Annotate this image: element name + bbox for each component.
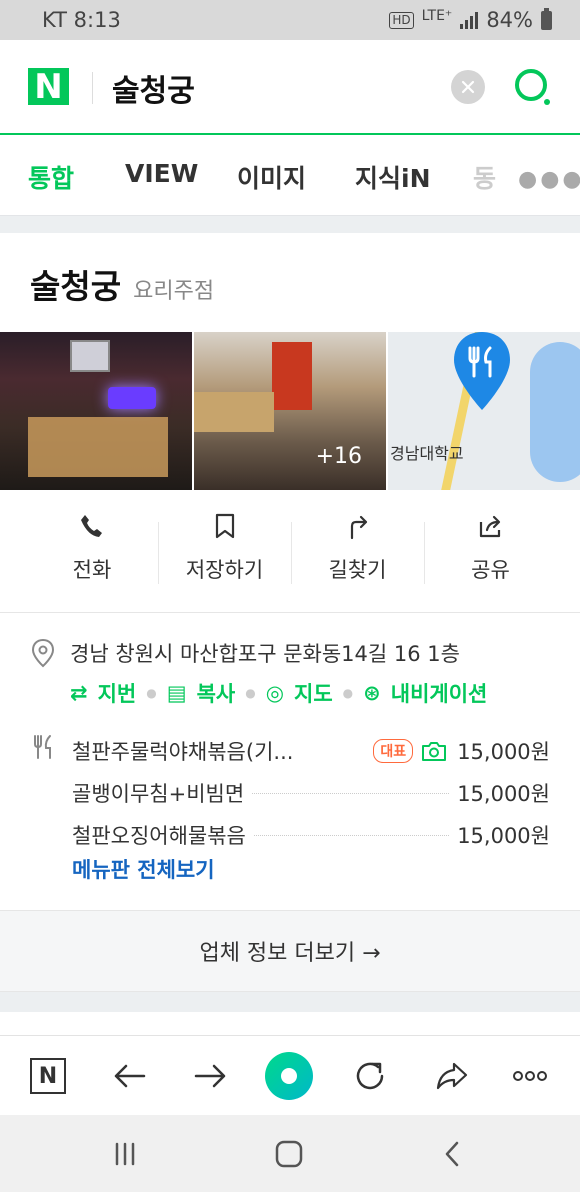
browser-toolbar: N bbox=[0, 1035, 580, 1115]
place-category: 요리주점 bbox=[133, 279, 215, 304]
directions-icon bbox=[350, 515, 367, 540]
directions-label: 길찾기 bbox=[328, 558, 387, 582]
network-type: LTE⁺ bbox=[421, 8, 453, 24]
leader-line bbox=[253, 834, 450, 836]
more-menu-icon[interactable] bbox=[508, 1054, 552, 1098]
leader-line bbox=[252, 792, 450, 794]
menu-item[interactable]: 철판주물럭야채볶음(기... 대표 15,000원 bbox=[30, 730, 550, 772]
clear-search-button[interactable] bbox=[451, 70, 485, 104]
system-navigation-bar bbox=[0, 1115, 580, 1192]
tab-images[interactable]: 이미지 bbox=[237, 159, 306, 195]
logo-divider bbox=[92, 72, 93, 104]
close-icon bbox=[461, 80, 475, 94]
green-dot-icon[interactable] bbox=[264, 1051, 314, 1101]
window-shape bbox=[70, 340, 110, 372]
menu-item-price: 15,000원 bbox=[457, 824, 550, 848]
action-bar: 전화 저장하기 길찾기 공유 bbox=[0, 512, 580, 592]
tab-video[interactable]: 동 bbox=[473, 159, 496, 195]
signature-badge: 대표 bbox=[373, 739, 414, 763]
hd-voice-icon: HD bbox=[389, 11, 414, 29]
restaurant-pin-icon bbox=[454, 332, 510, 410]
refresh-icon[interactable] bbox=[348, 1054, 392, 1098]
tab-integrated[interactable]: 통합 bbox=[28, 159, 74, 195]
share-arrow-icon[interactable] bbox=[430, 1054, 474, 1098]
map-link[interactable]: 지도 bbox=[294, 678, 333, 708]
counter-shape bbox=[194, 392, 274, 432]
menu-item[interactable]: 골뱅이무침+비빔면 15,000원 bbox=[30, 772, 550, 814]
naver-home-icon: N bbox=[30, 1058, 66, 1094]
shopfront-shape bbox=[28, 417, 168, 477]
navigation-link[interactable]: 내비게이션 bbox=[391, 678, 488, 708]
directions-button[interactable]: 길찾기 bbox=[291, 512, 424, 592]
status-icons: HD LTE⁺ 84% bbox=[389, 7, 552, 32]
camera-icon[interactable] bbox=[421, 740, 447, 762]
naver-logo[interactable]: N bbox=[28, 67, 69, 107]
section-divider bbox=[0, 612, 580, 613]
view-full-menu-link[interactable]: 메뉴판 전체보기 bbox=[72, 854, 215, 884]
call-button[interactable]: 전화 bbox=[0, 512, 158, 592]
map-label: 경남대학교 bbox=[390, 444, 464, 463]
share-button[interactable]: 공유 bbox=[424, 512, 557, 592]
signal-icon bbox=[460, 11, 479, 29]
more-business-info-button[interactable]: 업체 정보 더보기 → bbox=[0, 910, 580, 992]
save-label: 저장하기 bbox=[185, 558, 264, 582]
back-icon[interactable] bbox=[436, 1137, 470, 1171]
menu-item-price: 15,000원 bbox=[457, 740, 550, 764]
forward-arrow-icon[interactable] bbox=[188, 1054, 232, 1098]
battery-level: 84% bbox=[486, 8, 533, 32]
neon-sign-shape bbox=[108, 387, 156, 409]
water-shape bbox=[530, 342, 580, 482]
search-header: N 술청궁 bbox=[0, 40, 580, 135]
menu-item-price: 15,000원 bbox=[457, 782, 550, 806]
swap-icon: ⇄ bbox=[70, 681, 88, 705]
address-links: ⇄ 지번 ● ▤ 복사 ● ◎ 지도 ● ⊛ 내비게이션 bbox=[70, 678, 487, 708]
tab-view[interactable]: VIEW bbox=[125, 159, 198, 188]
storefront-photo[interactable] bbox=[0, 332, 192, 490]
photo-count: +16 bbox=[315, 444, 362, 469]
separator: ● bbox=[146, 686, 157, 700]
map-thumbnail[interactable]: 경남대학교 bbox=[388, 332, 580, 490]
location-pin-icon bbox=[31, 638, 55, 668]
save-button[interactable]: 저장하기 bbox=[158, 512, 291, 592]
section-gap bbox=[0, 992, 580, 1012]
address-row: 경남 창원시 마산합포구 문화동14길 16 1층 bbox=[30, 638, 460, 668]
phone-icon bbox=[81, 515, 102, 537]
menu-item-name: 철판오징어해물볶음 bbox=[72, 824, 246, 848]
search-tabs: 통합 VIEW 이미지 지식iN 동 ●●● bbox=[0, 137, 580, 215]
menu-item-name: 철판주물럭야채볶음(기... bbox=[72, 740, 294, 764]
navigation-icon: ⊛ bbox=[363, 681, 381, 705]
separator: ● bbox=[342, 686, 354, 700]
search-icon[interactable] bbox=[512, 66, 554, 108]
lot-number-link[interactable]: 지번 bbox=[98, 678, 137, 708]
menu-list: 철판주물럭야채볶음(기... 대표 15,000원 골뱅이무침+비빔면 15,0… bbox=[30, 730, 550, 856]
wall-art-shape bbox=[272, 342, 312, 410]
place-name[interactable]: 술청궁 bbox=[30, 260, 121, 308]
battery-icon bbox=[541, 7, 552, 30]
menu-item-name: 골뱅이무침+비빔면 bbox=[72, 782, 245, 806]
copy-link[interactable]: 복사 bbox=[197, 678, 236, 708]
back-arrow-icon[interactable] bbox=[108, 1054, 152, 1098]
more-info-label: 업체 정보 더보기 → bbox=[199, 941, 381, 966]
bookmark-icon bbox=[215, 513, 234, 539]
copy-icon: ▤ bbox=[166, 681, 187, 705]
separator: ● bbox=[245, 686, 256, 700]
share-label: 공유 bbox=[471, 558, 510, 582]
place-header: 술청궁 요리주점 bbox=[30, 260, 214, 308]
status-bar: KT 8:13 HD LTE⁺ 84% bbox=[0, 0, 580, 40]
call-label: 전화 bbox=[72, 558, 112, 582]
home-button[interactable]: N bbox=[26, 1054, 70, 1098]
search-input[interactable]: 술청궁 bbox=[112, 66, 195, 110]
photo-strip: +16 경남대학교 bbox=[0, 332, 580, 490]
share-icon bbox=[479, 515, 500, 538]
carrier-time: KT 8:13 bbox=[42, 8, 121, 32]
menu-item[interactable]: 철판오징어해물볶음 15,000원 bbox=[30, 814, 550, 856]
recent-apps-icon[interactable] bbox=[108, 1137, 142, 1171]
map-pin-icon: ◎ bbox=[265, 681, 285, 705]
tab-knowledge-in[interactable]: 지식iN bbox=[355, 159, 431, 195]
address-text: 경남 창원시 마산합포구 문화동14길 16 1층 bbox=[70, 642, 460, 666]
more-tabs-icon[interactable]: ●●● bbox=[518, 167, 580, 192]
interior-photo[interactable]: +16 bbox=[194, 332, 386, 490]
home-icon[interactable] bbox=[272, 1137, 306, 1171]
section-gap bbox=[0, 215, 580, 233]
